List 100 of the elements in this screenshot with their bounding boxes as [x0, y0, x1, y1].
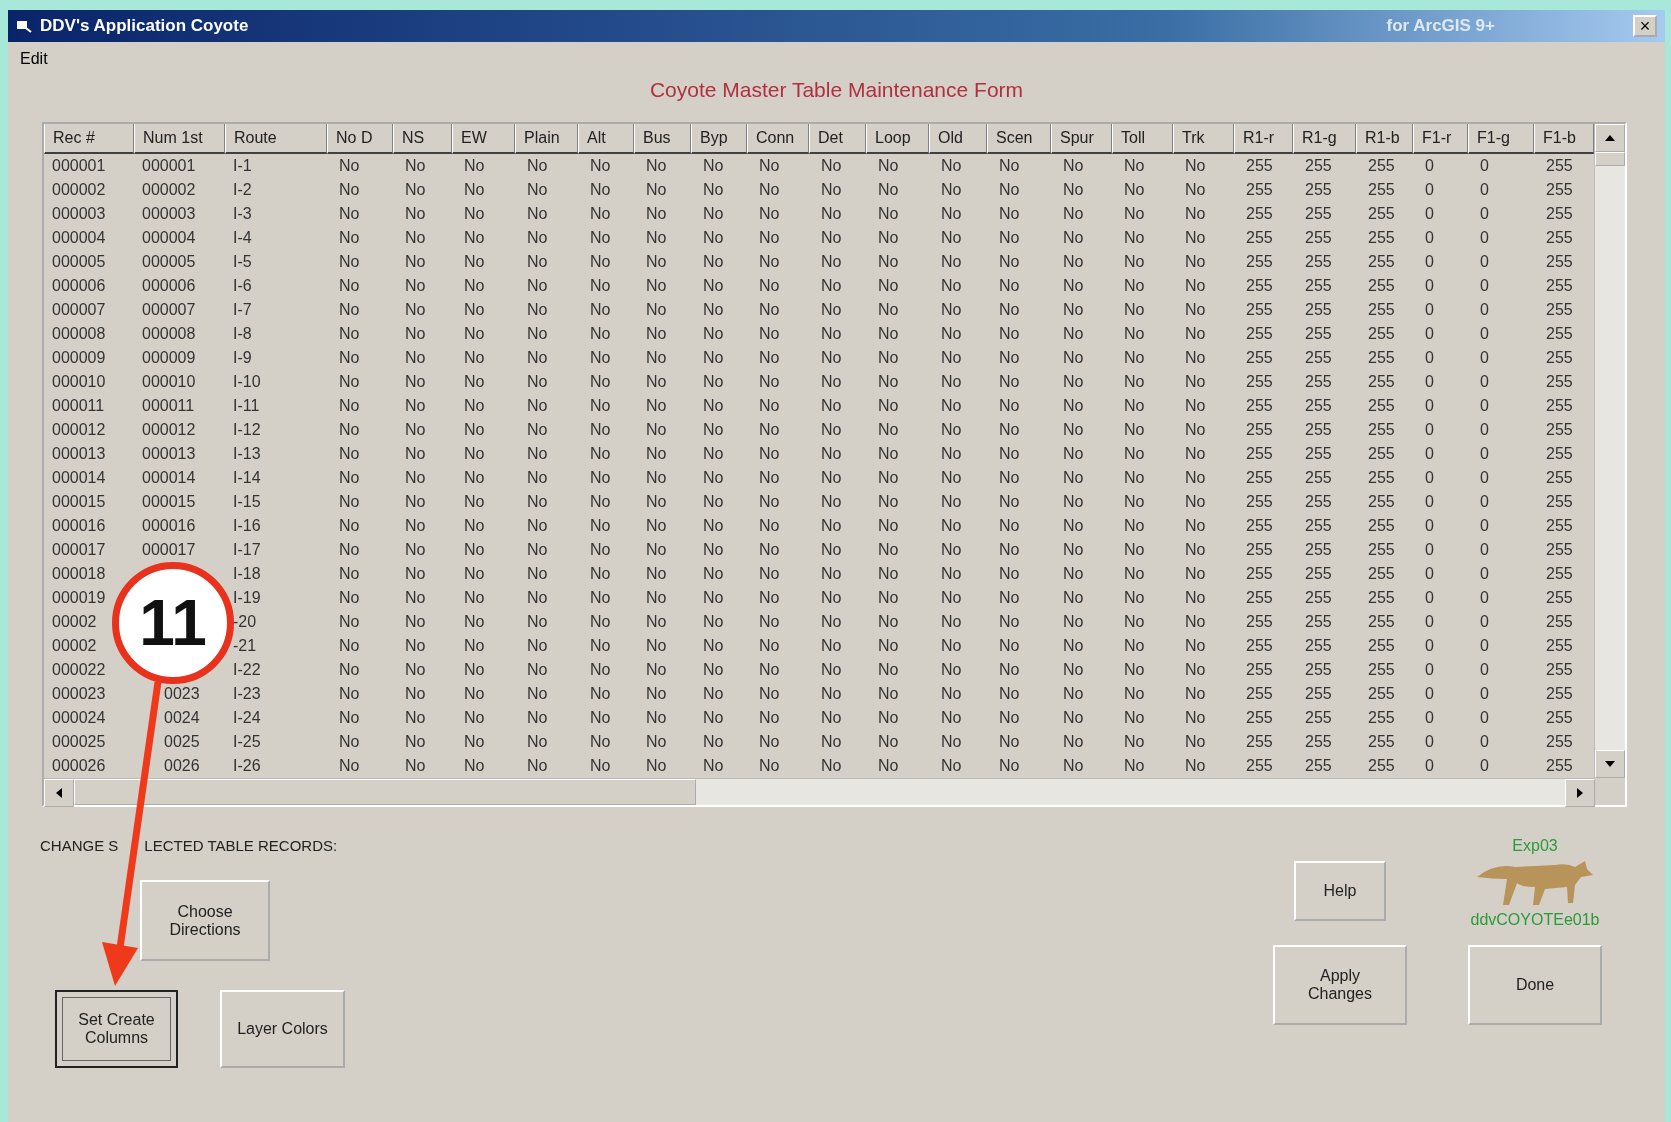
scrollbar-thumb[interactable] — [74, 779, 696, 805]
table-cell-text: 255 — [1245, 324, 1274, 344]
scrollbar-thumb[interactable] — [1595, 152, 1625, 166]
table-cell-text: No — [998, 708, 1021, 728]
column-header[interactable]: R1-b — [1356, 124, 1413, 154]
table-cell-text: No — [940, 660, 963, 680]
table-cell-text: No — [702, 636, 725, 656]
horizontal-scrollbar[interactable] — [44, 778, 1595, 805]
table-cell-text: No — [404, 444, 427, 464]
command-button[interactable]: Layer Colors — [220, 990, 345, 1068]
column-header[interactable]: Rec # — [44, 124, 134, 154]
table-cell-text: 255 — [1304, 324, 1333, 344]
table-cell-text: No — [877, 180, 900, 200]
table-cell-text: No — [1123, 588, 1146, 608]
table-cell-text: No — [820, 492, 843, 512]
command-button[interactable]: Set Create Columns — [55, 990, 178, 1068]
column-header[interactable]: NS — [393, 124, 452, 154]
menu-item[interactable]: Edit — [20, 50, 48, 68]
table-cell-text: No — [998, 180, 1021, 200]
table-cell-text: No — [940, 396, 963, 416]
table-cell-text: 0 — [1479, 228, 1490, 248]
table-cell-text: No — [820, 228, 843, 248]
table-cell-text: 255 — [1367, 276, 1396, 296]
table-cell-text: 255 — [1545, 324, 1574, 344]
command-button[interactable]: Apply Changes — [1273, 945, 1407, 1025]
table-cell-text: No — [404, 300, 427, 320]
command-button[interactable]: Choose Directions — [140, 880, 270, 961]
table-cell-text: No — [404, 756, 427, 776]
column-header[interactable]: Scen — [987, 124, 1051, 154]
column-header[interactable]: F1-g — [1468, 124, 1534, 154]
column-header[interactable]: EW — [452, 124, 515, 154]
column-header[interactable]: Trk — [1173, 124, 1234, 154]
table-cell-text: No — [463, 276, 486, 296]
close-button[interactable]: × — [1633, 15, 1657, 37]
command-button[interactable]: Done — [1468, 945, 1602, 1025]
table-cell-text: No — [1184, 636, 1207, 656]
table-cell-text: No — [589, 180, 612, 200]
table-cell-text: 255 — [1367, 636, 1396, 656]
column-header[interactable]: Route — [225, 124, 327, 154]
table-cell-text: No — [645, 636, 668, 656]
table-cell-text: 255 — [1367, 468, 1396, 488]
table-cell-text: No — [998, 636, 1021, 656]
table-cell-text: No — [1184, 708, 1207, 728]
table-cell-text: 255 — [1545, 228, 1574, 248]
table-cell-text: 0 — [1479, 156, 1490, 176]
table-cell-text: 000007 — [141, 300, 197, 320]
table-cell-text: 0 — [1424, 324, 1435, 344]
table-cell-text: 255 — [1545, 516, 1574, 536]
table-cell-text: No — [702, 300, 725, 320]
table-cell-text: 000017 — [141, 540, 197, 560]
column-header[interactable]: Bus — [634, 124, 691, 154]
command-button[interactable]: Help — [1294, 861, 1386, 921]
table-cell-text: No — [1062, 252, 1085, 272]
column-header[interactable]: No D — [327, 124, 393, 154]
table-cell-text: No — [758, 516, 781, 536]
table-cell-text: No — [940, 612, 963, 632]
table-cell-text: I-22 — [232, 660, 262, 680]
column-header[interactable]: Old — [929, 124, 987, 154]
column-header[interactable]: F1-r — [1413, 124, 1468, 154]
column-header[interactable]: Num 1st — [134, 124, 225, 154]
column-header[interactable]: Byp — [691, 124, 747, 154]
table-cell-text: No — [758, 444, 781, 464]
left-arrow-icon — [56, 788, 62, 798]
column-header[interactable]: R1-r — [1234, 124, 1293, 154]
column-header[interactable]: Loop — [866, 124, 929, 154]
table-cell-text: I-23 — [232, 684, 262, 704]
table-cell-text: 255 — [1304, 612, 1333, 632]
table-cell-text: 255 — [1245, 732, 1274, 752]
table-cell-text: No — [1184, 396, 1207, 416]
table-cell-text: I-6 — [232, 276, 253, 296]
table-cell-text: 255 — [1367, 204, 1396, 224]
column-header[interactable]: R1-g — [1293, 124, 1356, 154]
table-cell-text: No — [758, 756, 781, 776]
table-cell-text: 0 — [1424, 156, 1435, 176]
table-cell-text: 000004 — [141, 228, 197, 248]
table-cell-text: No — [820, 204, 843, 224]
table-cell-text: 255 — [1367, 324, 1396, 344]
table-cell-text: No — [645, 588, 668, 608]
column-header[interactable]: Conn — [747, 124, 809, 154]
table-cell-text: No — [877, 540, 900, 560]
table-cell-text: 255 — [1245, 564, 1274, 584]
table-cell-text: No — [1062, 732, 1085, 752]
table-cell-text: No — [463, 516, 486, 536]
table-cell-text: No — [877, 324, 900, 344]
table-cell-text: No — [758, 492, 781, 512]
column-header[interactable]: Toll — [1112, 124, 1173, 154]
table-cell-text: No — [998, 516, 1021, 536]
table-cell-text: 000016 — [141, 516, 197, 536]
table-cell-text: No — [338, 588, 361, 608]
table-cell-text: No — [1123, 660, 1146, 680]
column-header[interactable]: Det — [809, 124, 866, 154]
table-cell-text: No — [404, 204, 427, 224]
column-header[interactable]: Plain — [515, 124, 578, 154]
table-cell-text: No — [1062, 708, 1085, 728]
vertical-scrollbar[interactable] — [1594, 124, 1625, 778]
column-header[interactable]: Spur — [1051, 124, 1112, 154]
table-cell-text: No — [589, 324, 612, 344]
table-cell-text: No — [940, 180, 963, 200]
table-cell-text: 255 — [1245, 252, 1274, 272]
column-header[interactable]: Alt — [578, 124, 634, 154]
